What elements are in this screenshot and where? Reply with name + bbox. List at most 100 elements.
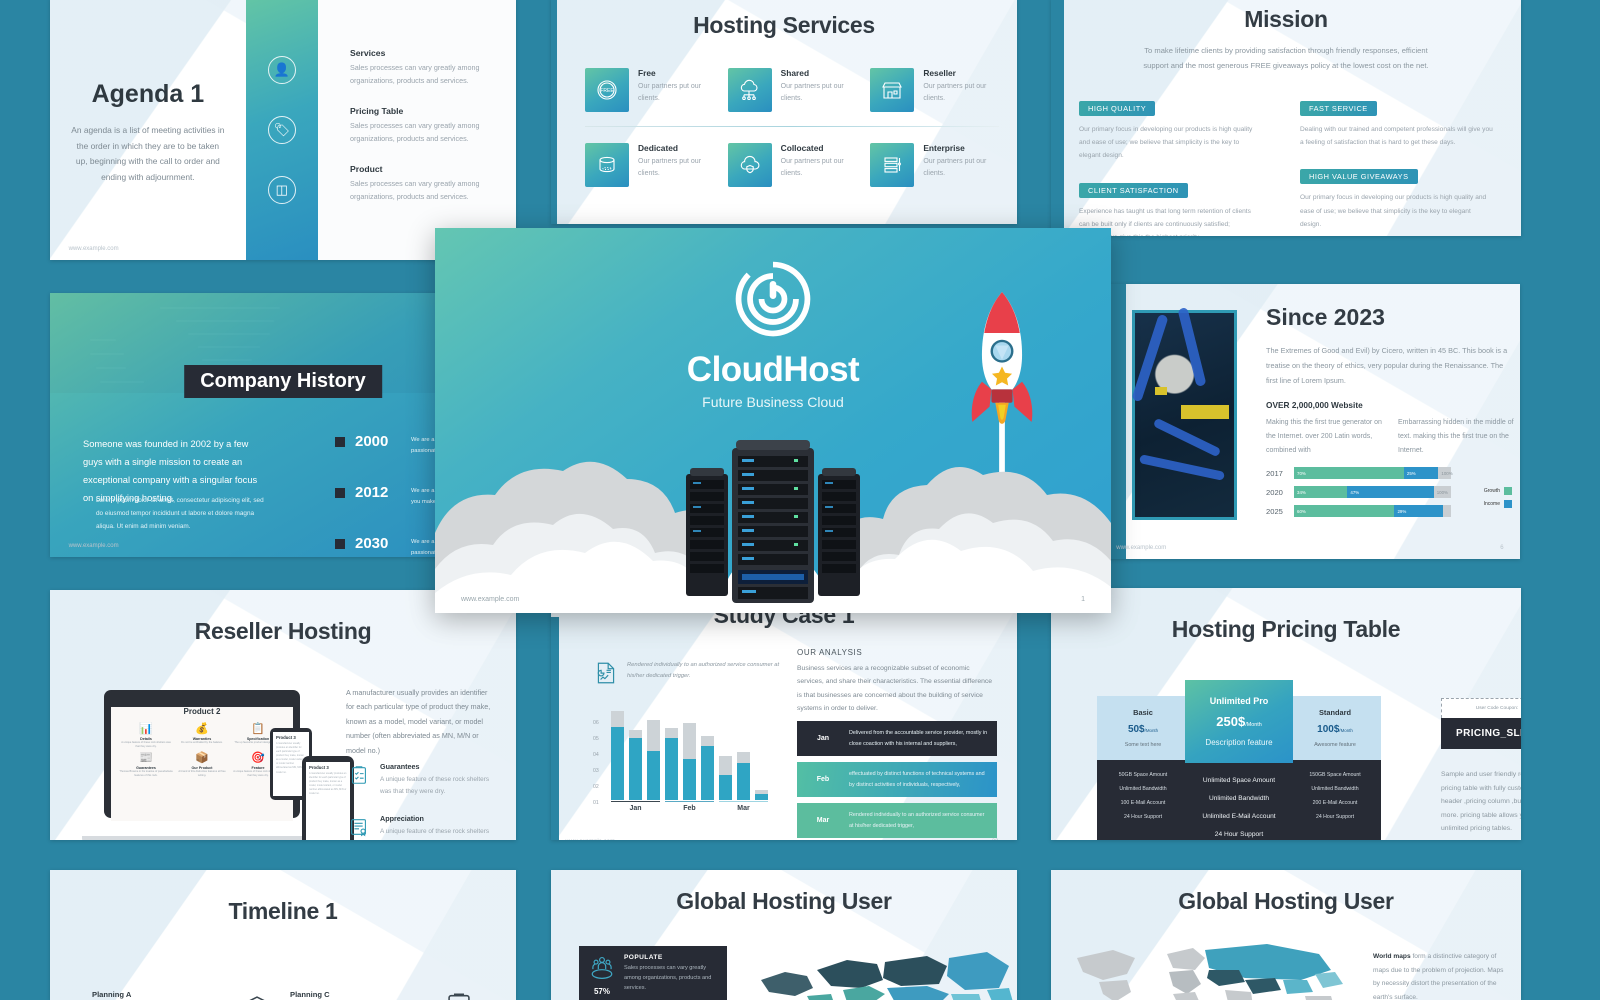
coupon-label: User Code Coupon: [1441,698,1521,718]
slide-timeline[interactable]: Timeline 1 Planning A Sales processes ca… [50,870,516,1000]
history-year: 2000 [355,433,389,450]
chart-bar [647,720,660,800]
slide-mission[interactable]: Mission To make lifetime clients by prov… [1051,0,1521,236]
agenda-item-product[interactable]: Product Sales processes can vary greatly… [350,164,500,203]
hosting-card-free[interactable]: FREE Free Our partners put our clients. [585,68,714,112]
agenda-icon-band: 👤 🏷 ◫ [245,0,318,260]
mission-block-text: Our primary focus in developing our prod… [1300,194,1487,228]
slide-hosting-services[interactable]: Hosting Services FREE Free Our partners … [551,0,1017,224]
laptop-feature-cell: 📰 Guarantees Thomas Browne in his treati… [119,751,173,778]
month-row-jan[interactable]: Jan Delivered from the accountable servi… [797,721,997,757]
mission-block-fast-service[interactable]: FAST SERVICE Dealing with our trained an… [1300,98,1493,149]
plan-price: 250$ [1216,714,1246,729]
world-map-strong: World maps [1373,953,1411,960]
study-case-note: Rendered individually to an authorized s… [593,660,783,686]
plan-feature: Unlimited Bandwidth [1119,786,1167,792]
footer-url: www.example.com [461,596,520,603]
slide-reseller-hosting[interactable]: Reseller Hosting Product 2 📊 Details A u… [50,590,516,840]
mission-block-high-value-giveaways[interactable]: HIGH VALUE GIVEAWAYS Our primary focus i… [1300,166,1493,231]
chart-category-label: 2020 [1266,487,1283,497]
pricing-card-unlimited-pro[interactable]: Unlimited Pro 250$/Month Description fea… [1185,680,1293,840]
reseller-paragraph: A manufacturer usually provides an ident… [346,688,491,755]
plan-feature: Unlimited Bandwidth [1311,786,1359,792]
slide-study-case[interactable]: Study Case 1 Rendered individually to an… [551,590,1017,840]
month-label: Mar [816,817,830,825]
page-title: Global Hosting User [676,888,892,914]
chart-row: 2017 70% 25% 100% [1266,467,1453,479]
legend-swatch [1504,500,1512,508]
card-header: Unlimited Pro 250$/Month Description fea… [1185,680,1293,763]
laptop-screen-title: Product 2 [183,707,221,716]
storefront-icon [870,68,915,112]
chart-segment-remainder: 100% [1438,467,1453,479]
timeline-item-planning-c[interactable]: Planning C Sales processes can vary [290,990,440,1000]
stat-percentage: 57% [593,987,610,996]
plan-name: Basic [1133,708,1153,717]
hosting-card-reseller[interactable]: Reseller Our partners put our clients. [870,68,999,112]
mission-column-left: HIGH QUALITY Our primary focus in develo… [1051,98,1286,236]
agenda-item-services[interactable]: Services Sales processes can vary greatl… [350,48,500,87]
page-title: Reseller Hosting [194,618,372,644]
slide-agenda[interactable]: 👤 🏷 ◫ Agenda 1 An agenda is a list of me… [50,0,516,260]
hosting-card-collocated[interactable]: Collocated Our partners put our clients. [727,143,857,187]
slide-hosting-pricing-table[interactable]: Hosting Pricing Table Basic 50$/Month So… [1051,588,1521,840]
pricing-card-basic[interactable]: Basic 50$/Month Some text here 50GB Spac… [1097,696,1189,840]
y-tick-label: 06 [593,720,599,726]
reseller-feature-appreciation[interactable]: Appreciation A unique feature of these r… [346,814,496,840]
cargo-box-icon [240,990,274,1000]
slide-global-hosting-user-world[interactable]: Global Hosting User World maps form a di… [1051,870,1521,1000]
timeline-item-planning-a[interactable]: Planning A Sales processes can vary [92,990,242,1000]
slide-since-2023[interactable]: Since 2023 The Extremes of Good and Evil… [1108,284,1520,559]
card-features: 50GB Space Amount Unlimited Bandwidth 10… [1097,760,1189,840]
world-map-text: World maps form a distinctive category o… [1373,950,1509,1000]
pricing-card-standard[interactable]: Standard 100$/Month Awesome feature 150G… [1289,696,1381,840]
tablet-screen-title: Product 3 [276,735,296,740]
card-desc: Our partners put our clients. [780,83,844,102]
footer-page-number: 6 [1500,544,1504,551]
hero-title-slide[interactable]: CloudHost Future Business Cloud www.exam… [435,228,1111,613]
coupon-box[interactable]: User Code Coupon: PRICING_SLIDE [1441,698,1521,749]
month-text: Delivered from the accountable service p… [849,730,988,747]
history-year: 2012 [355,484,389,501]
price-tag-icon: 🏷 [267,116,296,144]
month-text: effectuated by distinct functions of tec… [849,771,985,788]
chart-bar [611,711,624,800]
month-row-mar[interactable]: Mar Rendered individually to an authoriz… [797,803,997,839]
agenda-left-column: Agenda 1 An agenda is a list of meeting … [50,0,246,260]
hosting-card-shared[interactable]: Shared Our partners put our clients. [727,68,857,112]
plan-price: 50$ [1127,724,1145,735]
asia-map[interactable] [751,936,1017,1000]
chart-category-label: 2017 [1266,468,1283,478]
hosting-card-enterprise[interactable]: Enterprise Our partners put our clients. [870,143,999,187]
laptop-feature-cell: 💰 Warranties Do not be enthralled by the… [175,722,229,749]
cloud-shield-icon [727,143,772,187]
agenda-item-pricing-table[interactable]: Pricing Table Sales processes can vary g… [350,106,500,145]
footer-url: www.example.com [68,246,119,253]
slide-global-hosting-user-asia[interactable]: Global Hosting User 57% POPULATE Sales p… [551,870,1017,1000]
card-title: Enterprise [923,143,965,153]
section-divider [585,126,999,127]
chart-segment-income: 47% [1347,486,1434,498]
plan-period: /Month [1245,722,1262,728]
populate-stat-card[interactable]: 57% POPULATE Sales processes can vary gr… [579,946,727,1000]
since-two-columns: Making this the first true generator on … [1266,416,1514,458]
page-title: Timeline 1 [228,898,338,924]
month-label: Feb [816,776,830,784]
reseller-feature-guarantees[interactable]: Guarantees A unique feature of these roc… [346,762,496,798]
agenda-item-desc: Sales processes can vary greatly among o… [350,63,480,85]
x-tick-label: Feb [683,805,696,812]
world-map[interactable] [1069,940,1359,1000]
card-desc: Our partners put our clients. [638,83,702,102]
plan-name: Standard [1318,708,1352,717]
server-racks-icon [686,440,860,603]
card-title: Reseller [923,68,956,78]
feature-desc: A unique feature of these rock shelters … [380,776,490,795]
user-support-icon: 👤 [267,56,296,84]
stat-label: POPULATE [624,954,663,961]
hosting-card-dedicated[interactable]: Dedicated Our partners put our clients. [585,143,714,187]
month-row-feb[interactable]: Feb effectuated by distinct functions of… [797,762,997,798]
mission-block-high-quality[interactable]: HIGH QUALITY Our primary focus in develo… [1079,98,1258,163]
agenda-item-title: Product [350,164,383,174]
card-title: Dedicated [638,143,679,153]
x-axis-group: Jan [611,800,660,812]
